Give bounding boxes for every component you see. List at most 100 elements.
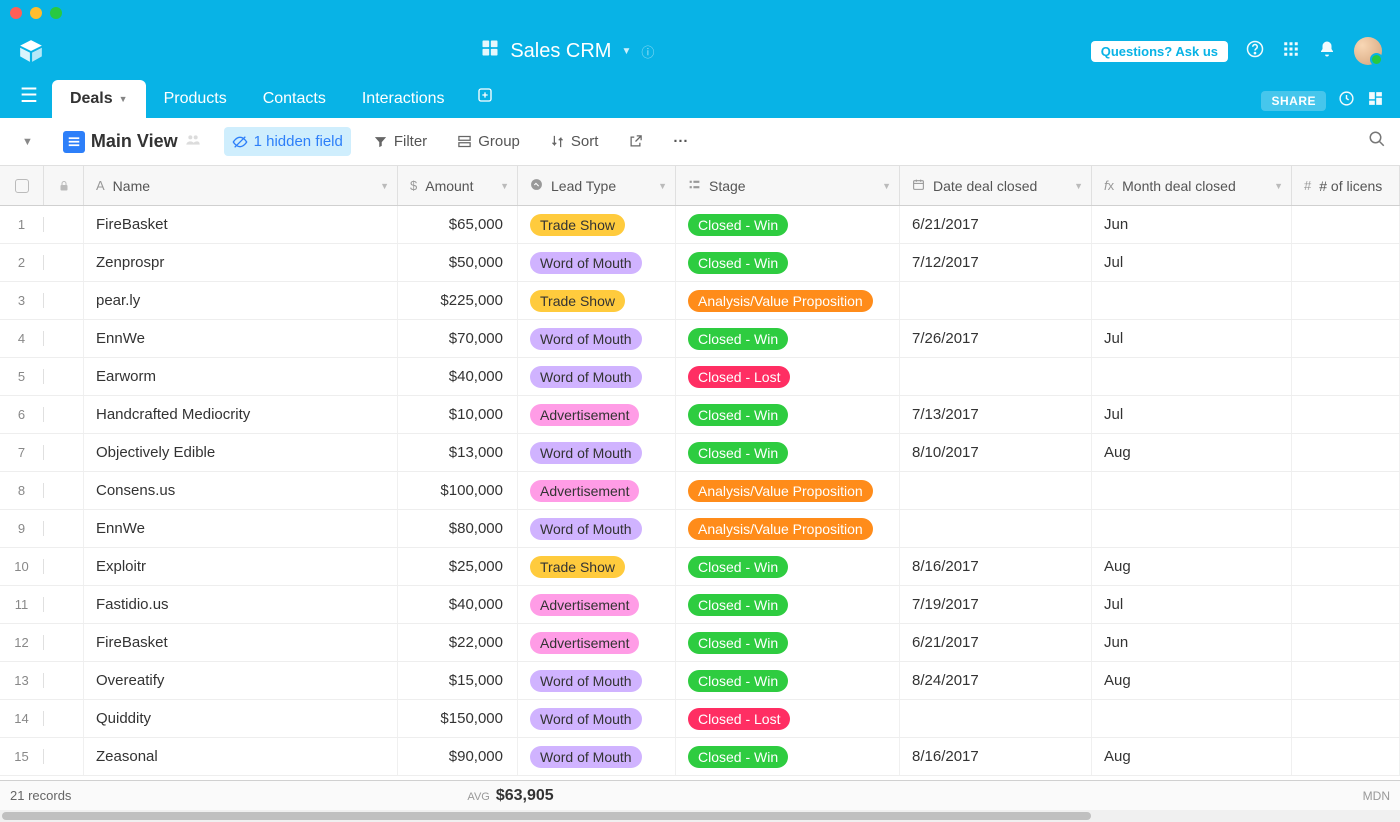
cell-lead[interactable]: Advertisement	[518, 472, 676, 509]
cell-stage[interactable]: Analysis/Value Proposition	[676, 282, 900, 319]
group-button[interactable]: Group	[449, 127, 528, 156]
cell-licenses[interactable]	[1292, 738, 1400, 775]
cell-licenses[interactable]	[1292, 472, 1400, 509]
row-number[interactable]: 1	[0, 217, 44, 232]
cell-amount[interactable]: $100,000	[398, 472, 518, 509]
cell-month[interactable]: Aug	[1092, 548, 1292, 585]
cell-lead[interactable]: Word of Mouth	[518, 320, 676, 357]
filter-button[interactable]: Filter	[365, 127, 435, 156]
cell-name[interactable]: Handcrafted Mediocrity	[84, 396, 398, 433]
cell-name[interactable]: EnnWe	[84, 320, 398, 357]
history-icon[interactable]	[1338, 90, 1355, 112]
sort-button[interactable]: Sort	[542, 127, 607, 156]
row-number[interactable]: 13	[0, 673, 44, 688]
cell-name[interactable]: Zeasonal	[84, 738, 398, 775]
cell-name[interactable]: EnnWe	[84, 510, 398, 547]
cell-lead[interactable]: Trade Show	[518, 206, 676, 243]
cell-amount[interactable]: $40,000	[398, 358, 518, 395]
cell-name[interactable]: FireBasket	[84, 624, 398, 661]
month-summary[interactable]: MDN	[1363, 789, 1390, 803]
row-number[interactable]: 6	[0, 407, 44, 422]
cell-date[interactable]	[900, 282, 1092, 319]
cell-name[interactable]: Objectively Edible	[84, 434, 398, 471]
cell-licenses[interactable]	[1292, 548, 1400, 585]
record-count[interactable]: 21 records	[10, 788, 71, 803]
table-row[interactable]: 4EnnWe$70,000Word of MouthClosed - Win7/…	[0, 320, 1400, 358]
tab-deals[interactable]: Deals▼	[52, 80, 146, 118]
table-row[interactable]: 5 Earworm$40,000Word of MouthClosed - Los…	[0, 358, 1400, 396]
cell-date[interactable]: 7/26/2017	[900, 320, 1092, 357]
cell-lead[interactable]: Word of Mouth	[518, 358, 676, 395]
table-row[interactable]: 1FireBasket$65,000Trade ShowClosed - Win…	[0, 206, 1400, 244]
add-table-button[interactable]	[463, 77, 507, 118]
cell-stage[interactable]: Closed - Win	[676, 244, 900, 281]
column-header-lead[interactable]: Lead Type▼	[518, 166, 676, 205]
cell-lead[interactable]: Advertisement	[518, 624, 676, 661]
cell-month[interactable]: Jul	[1092, 244, 1292, 281]
help-icon[interactable]	[1246, 40, 1264, 63]
cell-licenses[interactable]	[1292, 244, 1400, 281]
cell-name[interactable]: Overeatify	[84, 662, 398, 699]
cell-date[interactable]	[900, 510, 1092, 547]
current-view[interactable]: Main View	[55, 125, 210, 159]
cell-name[interactable]: Fastidio.us	[84, 586, 398, 623]
table-row[interactable]: 6Handcrafted Mediocrity$10,000Advertisem…	[0, 396, 1400, 434]
cell-stage[interactable]: Analysis/Value Proposition	[676, 472, 900, 509]
apps-icon[interactable]	[1282, 40, 1300, 63]
minimize-window-button[interactable]	[30, 7, 42, 19]
base-title[interactable]: Sales CRM	[510, 40, 611, 63]
row-number[interactable]: 12	[0, 635, 44, 650]
cell-licenses[interactable]	[1292, 586, 1400, 623]
cell-stage[interactable]: Closed - Win	[676, 206, 900, 243]
cell-month[interactable]: Aug	[1092, 738, 1292, 775]
cell-date[interactable]: 6/21/2017	[900, 624, 1092, 661]
cell-stage[interactable]: Closed - Lost	[676, 700, 900, 737]
cell-month[interactable]	[1092, 510, 1292, 547]
row-number[interactable]: 11	[0, 597, 44, 612]
select-all-checkbox[interactable]	[0, 166, 44, 205]
table-row[interactable]: 3pear.ly$225,000Trade ShowAnalysis/Value…	[0, 282, 1400, 320]
row-number[interactable]: 5	[0, 369, 44, 384]
row-number[interactable]: 7	[0, 445, 44, 460]
search-icon[interactable]	[1368, 130, 1386, 153]
column-header-name[interactable]: A Name▼	[84, 166, 398, 205]
user-avatar[interactable]	[1354, 37, 1382, 65]
views-sidebar-toggle[interactable]: ▼	[14, 130, 41, 154]
row-number[interactable]: 14	[0, 711, 44, 726]
tab-contacts[interactable]: Contacts	[245, 80, 344, 118]
ask-us-button[interactable]: Questions? Ask us	[1091, 41, 1228, 62]
cell-date[interactable]: 8/16/2017	[900, 548, 1092, 585]
cell-amount[interactable]: $80,000	[398, 510, 518, 547]
hidden-fields-button[interactable]: 1 hidden field	[224, 127, 351, 156]
cell-licenses[interactable]	[1292, 206, 1400, 243]
table-row[interactable]: 15Zeasonal$90,000Word of MouthClosed - W…	[0, 738, 1400, 776]
table-row[interactable]: 2Zenprospr$50,000Word of MouthClosed - W…	[0, 244, 1400, 282]
cell-lead[interactable]: Advertisement	[518, 586, 676, 623]
table-row[interactable]: 12FireBasket$22,000AdvertisementClosed -…	[0, 624, 1400, 662]
cell-amount[interactable]: $13,000	[398, 434, 518, 471]
cell-month[interactable]: Jun	[1092, 624, 1292, 661]
cell-licenses[interactable]	[1292, 624, 1400, 661]
scrollbar-thumb[interactable]	[2, 812, 1091, 820]
row-number[interactable]: 3	[0, 293, 44, 308]
row-number[interactable]: 8	[0, 483, 44, 498]
sidebar-toggle-icon[interactable]: ☰	[12, 83, 52, 118]
table-row[interactable]: 14Quiddity$150,000Word of MouthClosed - …	[0, 700, 1400, 738]
cell-date[interactable]	[900, 472, 1092, 509]
cell-lead[interactable]: Word of Mouth	[518, 700, 676, 737]
cell-lead[interactable]: Advertisement	[518, 396, 676, 433]
cell-lead[interactable]: Word of Mouth	[518, 738, 676, 775]
cell-stage[interactable]: Closed - Lost	[676, 358, 900, 395]
base-dropdown-caret-icon[interactable]: ▼	[621, 46, 631, 57]
cell-name[interactable]: Quiddity	[84, 700, 398, 737]
cell-date[interactable]: 8/24/2017	[900, 662, 1092, 699]
row-number[interactable]: 9	[0, 521, 44, 536]
tab-interactions[interactable]: Interactions	[344, 80, 463, 118]
cell-amount[interactable]: $22,000	[398, 624, 518, 661]
cell-amount[interactable]: $50,000	[398, 244, 518, 281]
cell-name[interactable]: Earworm	[84, 358, 398, 395]
cell-licenses[interactable]	[1292, 396, 1400, 433]
cell-month[interactable]: Aug	[1092, 434, 1292, 471]
cell-amount[interactable]: $40,000	[398, 586, 518, 623]
cell-stage[interactable]: Closed - Win	[676, 662, 900, 699]
